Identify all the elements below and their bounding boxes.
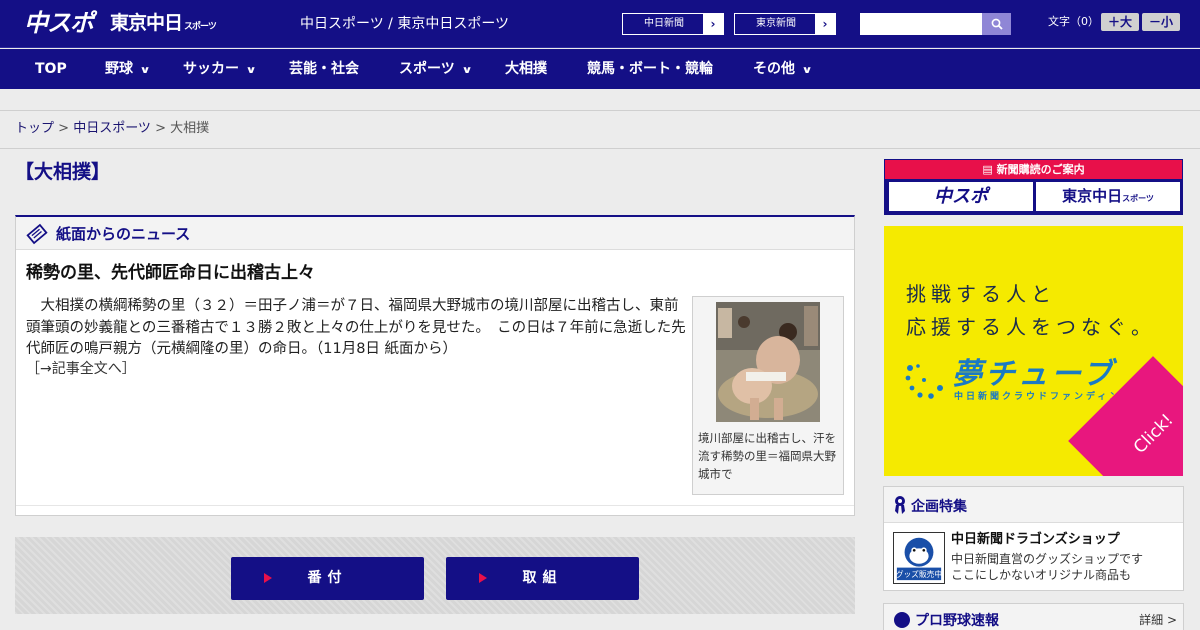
subscription-heading-text: 新聞購読のご案内 [996,163,1085,176]
tokyo-chunichi-logo-text: 東京中日 [110,12,183,34]
nav-label: TOP [35,61,67,77]
ad-line-1: 挑戦する人と [906,282,1056,306]
shop-description-1: 中日新聞直営のグッズショップです [951,552,1144,566]
sumo-photo[interactable] [716,302,820,422]
nav-item-entertainment[interactable]: 芸能・社会 [289,49,359,89]
divider [0,148,1200,149]
page-title: 【大相撲】 [15,161,111,183]
nav-label: サッカー [183,61,239,77]
baseball-scores-title: プロ野球速報 [915,613,999,629]
search-icon [991,18,1003,30]
breadcrumb-home-link[interactable]: トップ [15,121,54,136]
subscribe-tokyo-chunichi-text: 東京中日 [1062,187,1123,205]
nav-label: 野球 [105,61,133,77]
ad-line-2: 応援する人をつなぐ。 [906,315,1156,339]
newspaper-icon [26,223,48,245]
article-photo-box: 境川部屋に出稽古し、汗を流す稀勢の里＝福岡県大野城市で [692,296,844,495]
torikumi-label: 取組 [522,570,563,586]
search-button[interactable] [982,13,1011,35]
tokyo-chunichi-logo[interactable]: 東京中日 スポーツ [110,10,217,40]
article-summary: 大相撲の横綱稀勢の里（３２）＝田子ノ浦＝が７日、福岡県大野城市の境川部屋に出稽古… [26,298,686,357]
sumo-menu-area: 番付 取組 [15,537,855,614]
dragons-shop-image[interactable]: グッズ販売中 [893,532,945,584]
feature-panel-title: 企画特集 [911,499,967,515]
tokyo-chunichi-logo-sub: スポーツ [184,22,217,32]
main-nav: TOP 野球 ∨ サッカー ∨ 芸能・社会 スポーツ ∨ 大相撲 競馬・ボート・競輪 … [0,49,1200,89]
banzuke-label: 番付 [307,570,348,586]
article-title-link[interactable]: 稀勢の里、先代師匠命日に出稽古上々 [26,261,315,285]
breadcrumb-separator: > [54,121,74,136]
subscribe-tokyo-chunichi-logo[interactable]: 東京中日スポーツ [1036,182,1180,211]
chevron-down-icon: ∨ [245,65,257,76]
divider [16,505,854,506]
subscribe-tokyo-chunichi-sub: スポーツ [1122,194,1154,203]
tokyo-shimbun-label: 東京新聞 [756,18,796,29]
nav-label: 大相撲 [505,61,547,77]
shop-badge-text: グッズ販売中 [896,569,942,579]
top-header: 中スポ 東京中日 スポーツ 中日スポーツ / 東京中日スポーツ 中日新聞 › 東京… [0,0,1200,48]
chunichi-sports-logo[interactable]: 中スポ [24,7,94,39]
chevron-down-icon: ∨ [139,65,151,76]
nav-item-sports[interactable]: スポーツ ∨ [399,49,473,89]
breadcrumb-separator: > [150,121,171,136]
baseball-icon [894,612,910,628]
play-triangle-icon [479,573,487,583]
yume-tube-ad-banner[interactable]: 挑戦する人と 応援する人をつなぐ。 夢チューブ 中日新聞クラウドファンディング … [884,226,1183,476]
nav-item-others[interactable]: その他 ∨ [753,49,813,89]
news-section: 紙面からのニュース 稀勢の里、先代師匠命日に出稽古上々 大相撲の横綱稀勢の里（３… [15,215,855,516]
banzuke-button[interactable]: 番付 [231,557,424,600]
font-size-label: 文字（0） [1048,15,1099,28]
search-input[interactable] [860,13,982,35]
subscribe-chunichi-sports-logo[interactable]: 中スポ [889,182,1033,211]
ad-brand-name: 夢チューブ [952,357,1116,392]
nav-label: その他 [753,61,795,77]
photo-caption: 境川部屋に出稽古し、汗を流す稀勢の里＝福岡県大野城市で [698,431,836,481]
tokyo-shimbun-link[interactable]: 東京新聞 › [734,13,836,35]
ribbon-award-icon [895,496,905,514]
subscription-heading: ▤ 新聞購読のご案内 [885,160,1182,179]
nav-item-baseball[interactable]: 野球 ∨ [105,49,151,89]
nav-item-sumo[interactable]: 大相撲 [505,49,547,89]
breadcrumb: トップ > 中日スポーツ > 大相撲 [15,119,209,139]
font-smaller-button[interactable]: －小 [1142,13,1180,31]
feature-panel-header: 企画特集 [884,487,1183,523]
article-full-link[interactable]: ［→記事全文へ］ [26,359,136,380]
baseball-scores-panel: プロ野球速報 詳細 > [883,603,1184,630]
nav-item-soccer[interactable]: サッカー ∨ [183,49,257,89]
chevron-down-icon: ∨ [801,65,813,76]
baseball-details-link[interactable]: 詳細 > [1139,611,1177,629]
dragons-shop-link[interactable]: 中日新聞ドラゴンズショップ [951,530,1120,550]
news-section-header: 紙面からのニュース [16,217,854,250]
torikumi-button[interactable]: 取組 [446,557,639,600]
chunichi-shimbun-link[interactable]: 中日新聞 › [622,13,724,35]
subscription-banner[interactable]: ▤ 新聞購読のご案内 中スポ 東京中日スポーツ [884,159,1183,215]
newspaper-icon: ▤ [982,163,997,176]
news-section-title: 紙面からのニュース [56,225,191,243]
play-triangle-icon [264,573,272,583]
nav-item-keiba[interactable]: 競馬・ボート・競輪 [587,49,713,89]
nav-label: スポーツ [399,61,455,77]
site-title: 中日スポーツ / 東京中日スポーツ [300,16,510,32]
dots-logo-icon [905,364,943,399]
shop-description-2: ここにしかないオリジナル商品も [951,568,1132,582]
chevron-right-icon: › [703,14,723,34]
sub-nav-strip [0,89,1200,111]
chevron-right-icon: › [815,14,835,34]
breadcrumb-section-link[interactable]: 中日スポーツ [73,121,151,136]
feature-panel: 企画特集 グッズ販売中 中日新聞ドラゴンズショップ 中日新聞直営のグッズショップ… [883,486,1184,591]
breadcrumb-current: 大相撲 [170,121,210,136]
nav-label: 競馬・ボート・競輪 [587,61,713,77]
chunichi-shimbun-label: 中日新聞 [644,18,684,29]
font-larger-button[interactable]: ＋大 [1101,13,1139,31]
nav-label: 芸能・社会 [289,61,359,77]
nav-item-top[interactable]: TOP [35,49,67,89]
chevron-down-icon: ∨ [461,65,473,76]
